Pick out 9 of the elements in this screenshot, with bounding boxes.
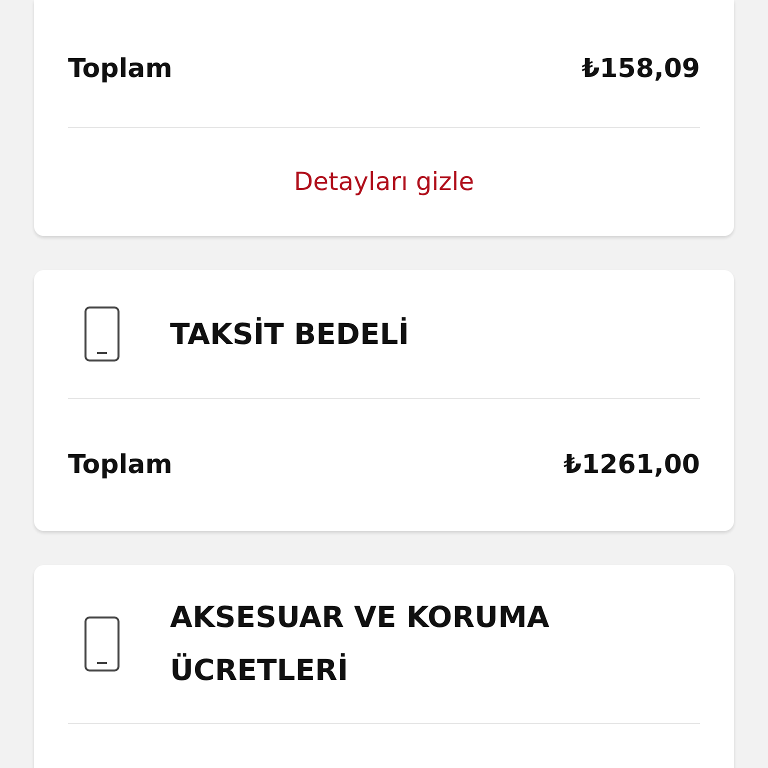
phone-icon	[84, 616, 120, 672]
section-title: TAKSİT BEDELİ	[170, 316, 410, 352]
phone-icon	[84, 306, 120, 362]
total-label: Toplam	[68, 53, 172, 86]
total-amount: ₺1261,00	[563, 448, 700, 482]
total-label: Toplam	[68, 448, 172, 482]
total-amount: ₺158,09	[582, 53, 700, 86]
hide-details-link[interactable]: Detayları gizle	[294, 163, 474, 201]
section-title: AKSESUAR VE KORUMA ÜCRETLERİ	[170, 599, 550, 689]
